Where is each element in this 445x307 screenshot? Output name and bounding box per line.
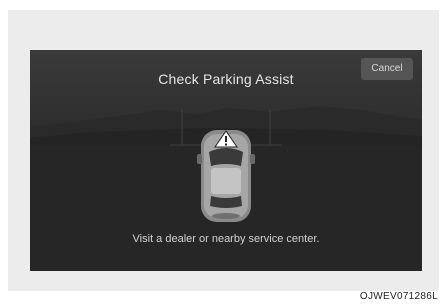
cancel-button[interactable]: Cancel: [361, 58, 413, 80]
figure-code: OJWEV071286L: [359, 291, 438, 302]
dialog-message: Visit a dealer or nearby service center.: [132, 233, 320, 245]
display-screen: Check Parking Assist Cancel Visit a deal…: [30, 50, 422, 271]
warning-triangle-icon: [214, 130, 238, 148]
